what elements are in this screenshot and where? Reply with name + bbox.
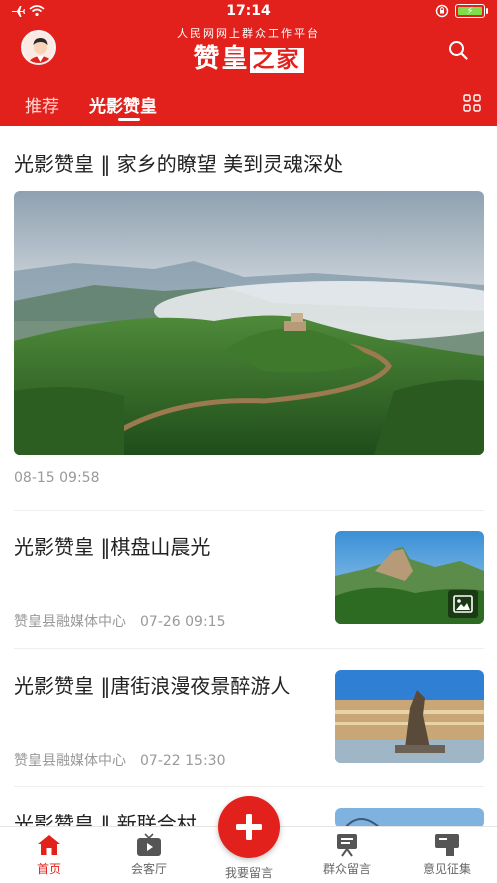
nav-reception-hall[interactable]: 会客厅 (109, 833, 189, 877)
article-title[interactable]: 光影赞皇 ‖棋盘山晨光 (14, 531, 319, 564)
nav-public-messages-label: 群众留言 (322, 862, 371, 876)
tv-play-icon (137, 833, 161, 856)
channel-grid-icon[interactable] (463, 94, 481, 112)
article-thumbnail[interactable] (335, 531, 484, 624)
status-time: 17:14 (226, 3, 271, 19)
list-item[interactable]: 光影赞皇 ‖棋盘山晨光 赞皇县融媒体中心 07-26 09:15 (14, 531, 484, 630)
featured-title[interactable]: 光影赞皇 ‖ 家乡的瞭望 美到灵魂深处 (14, 148, 343, 177)
article-thumbnail[interactable] (335, 808, 484, 828)
brand-logo: 赞皇 之家 (0, 38, 497, 75)
feedback-icon (435, 834, 459, 856)
leave-message-button[interactable] (218, 796, 280, 858)
status-bar: 17:14 ⚡ (0, 0, 497, 24)
brand-title-main: 赞皇 (193, 44, 250, 74)
image-icon (453, 595, 473, 613)
active-tab-indicator (118, 118, 140, 121)
nav-opinion-collection[interactable]: 意见征集 (407, 833, 487, 877)
featured-image[interactable] (14, 191, 484, 455)
featured-time: 08-15 09:58 (14, 470, 100, 486)
nav-opinion-collection-label: 意见征集 (422, 862, 471, 876)
plus-icon (236, 814, 262, 840)
tab-guangying-zanhuang[interactable]: 光影赞皇 (89, 92, 157, 117)
nav-home[interactable]: 首页 (9, 833, 89, 877)
app-header: 17:14 ⚡ 人民网网上群众工作平台 赞皇 之家 推荐 光影赞皇 (0, 0, 497, 126)
brand-title-boxed: 之家 (249, 48, 304, 73)
divider (14, 786, 484, 787)
article-source: 赞皇县融媒体中心 (14, 614, 126, 630)
divider (14, 510, 484, 511)
article-meta: 赞皇县融媒体中心 07-26 09:15 (14, 611, 225, 631)
article-title[interactable]: 光影赞皇 ‖唐街浪漫夜景醉游人 (14, 670, 319, 703)
article-source: 赞皇县融媒体中心 (14, 753, 126, 769)
article-thumbnail[interactable] (335, 670, 484, 763)
home-icon (38, 835, 60, 855)
battery-icon: ⚡ (455, 4, 488, 18)
article-time: 07-22 15:30 (140, 753, 226, 769)
article-meta: 赞皇县融媒体中心 07-22 15:30 (14, 750, 225, 770)
status-right: ⚡ (435, 4, 488, 18)
channel-tabs: 推荐 光影赞皇 (0, 86, 497, 126)
orientation-lock-icon (435, 4, 449, 18)
tab-recommend[interactable]: 推荐 (25, 92, 59, 117)
list-item[interactable]: 光影赞皇 ‖唐街浪漫夜景醉游人 赞皇县融媒体中心 07-22 15:30 (14, 670, 484, 769)
divider (14, 648, 484, 649)
article-time: 07-26 09:15 (140, 614, 226, 630)
nav-home-label: 首页 (36, 862, 61, 876)
nav-reception-hall-label: 会客厅 (130, 862, 167, 876)
nav-public-messages[interactable]: 群众留言 (307, 833, 387, 877)
leave-message-label: 我要留言 (224, 866, 273, 880)
board-icon (337, 834, 357, 857)
gallery-badge (448, 590, 478, 618)
search-icon[interactable] (447, 39, 469, 61)
